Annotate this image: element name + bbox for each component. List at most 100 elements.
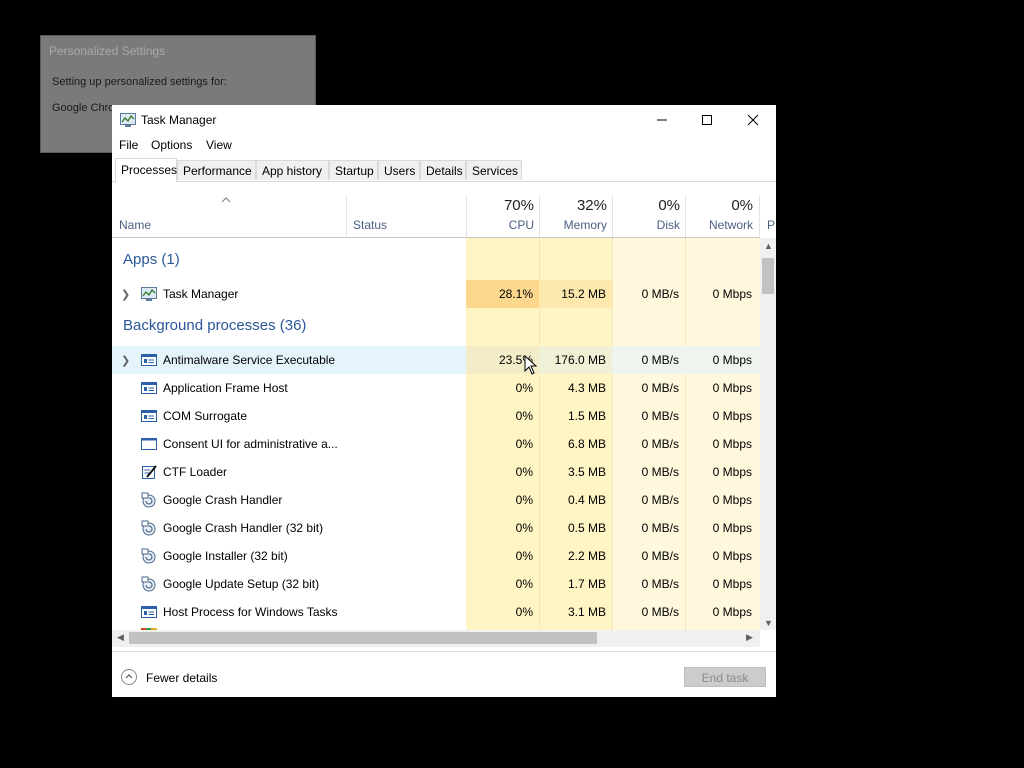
google-update-icon [141,492,156,508]
network-value: 0 Mbps [712,465,752,479]
task-manager-icon [141,287,157,301]
scroll-right-icon[interactable]: ▶ [746,632,753,643]
process-name: Application Frame Host [163,381,288,395]
vertical-scroll-thumb[interactable] [762,258,774,294]
process-name: Google Crash Handler [163,493,283,507]
network-value: 0 Mbps [712,353,752,367]
column-status[interactable]: Status [353,218,387,232]
chevron-up-circle-icon[interactable] [121,669,137,685]
memory-value: 6.8 MB [567,437,606,451]
column-disk[interactable]: 0% Disk [613,182,686,237]
disk-value: 0 MB/s [641,549,679,563]
chevron-right-icon[interactable]: ❯ [121,354,130,367]
table-row[interactable]: Google Installer (32 bit) 0% 2.2 MB 0 MB… [112,542,760,570]
scroll-left-icon[interactable]: ◀ [117,632,124,643]
horizontal-scrollbar[interactable]: ◀ ▶ [112,630,760,647]
table-row[interactable]: Host Process for Windows Tasks 0% 3.1 MB… [112,598,760,626]
disk-label: Disk [656,218,680,232]
table-row[interactable]: Application Frame Host 0% 4.3 MB 0 MB/s … [112,374,760,402]
table-row[interactable]: ❯ Antimalware Service Executable 23.5% 1… [112,346,760,374]
menu-options[interactable]: Options [151,138,192,152]
title-bar[interactable]: Task Manager [112,105,776,135]
minimize-button[interactable] [639,105,685,135]
scroll-up-icon[interactable]: ▲ [764,241,773,251]
table-row[interactable]: Google Crash Handler (32 bit) 0% 0.5 MB … [112,514,760,542]
menu-view[interactable]: View [206,138,232,152]
memory-value: 0.5 MB [567,521,606,535]
tab-users[interactable]: Users [378,160,420,180]
window-title: Task Manager [141,113,217,127]
column-power-truncated[interactable]: P [767,218,775,232]
memory-value: 1.5 MB [567,409,606,423]
window-icon [141,438,157,450]
cpu-value: 23.5% [498,353,533,367]
tab-processes[interactable]: Processes [115,158,177,182]
close-button[interactable] [730,105,776,135]
cpu-value: 0% [515,605,533,619]
process-name: Antimalware Service Executable [163,353,336,367]
disk-value: 0 MB/s [641,521,679,535]
tab-app-history[interactable]: App history [256,160,329,180]
process-name: Google Update Setup (32 bit) [163,577,320,591]
tab-strip: Processes Performance App history Startu… [112,158,776,182]
group-apps: Apps (1) [123,251,180,268]
table-row[interactable]: Consent UI for administrative a... 0% 6.… [112,430,760,458]
pen-note-icon [142,465,157,479]
group-background-processes: Background processes (36) [123,317,307,334]
process-name: CTF Loader [163,465,228,479]
table-row[interactable]: Google Crash Handler 0% 0.4 MB 0 MB/s 0 … [112,486,760,514]
column-divider[interactable] [759,196,760,237]
network-value: 0 Mbps [712,577,752,591]
network-value: 0 Mbps [712,493,752,507]
memory-value: 176.0 MB [554,353,606,367]
footer-bar: Fewer details End task [112,651,776,697]
fewer-details-link[interactable]: Fewer details [146,671,217,685]
google-update-icon [141,576,156,592]
menu-file[interactable]: File [119,138,138,152]
column-header: Name Status 70% CPU 32% Memory 0% Disk 0… [112,182,760,238]
chevron-right-icon[interactable]: ❯ [121,288,130,301]
memory-value: 0.4 MB [567,493,606,507]
column-cpu[interactable]: 70% CPU [467,182,540,237]
menu-bar: File Options View [112,135,776,155]
cpu-value: 0% [515,577,533,591]
memory-label: Memory [563,218,607,232]
horizontal-scroll-thumb[interactable] [129,632,597,644]
table-row[interactable]: CTF Loader 0% 3.5 MB 0 MB/s 0 Mbps [112,458,760,486]
disk-value: 0 MB/s [641,493,679,507]
disk-value: 0 MB/s [641,381,679,395]
column-divider[interactable] [346,196,347,237]
cpu-value: 28.1% [498,287,533,301]
tab-startup[interactable]: Startup [329,160,378,180]
cpu-value: 0% [515,521,533,535]
service-window-icon [141,382,157,394]
memory-total: 32% [576,197,607,214]
cpu-value: 0% [515,381,533,395]
maximize-button[interactable] [684,105,730,135]
cpu-value: 0% [515,437,533,451]
table-row[interactable]: COM Surrogate 0% 1.5 MB 0 MB/s 0 Mbps [112,402,760,430]
table-row[interactable]: ❯ Task Manager 28.1% 15.2 MB 0 MB/s 0 Mb… [112,280,760,308]
tab-performance[interactable]: Performance [177,160,256,180]
cpu-value: 0% [515,409,533,423]
cpu-value: 0% [515,493,533,507]
tab-services[interactable]: Services [466,160,522,180]
disk-value: 0 MB/s [641,353,679,367]
column-name[interactable]: Name [119,218,151,232]
column-network[interactable]: 0% Network [686,182,759,237]
personalized-settings-title: Personalized Settings [49,44,166,58]
scroll-down-icon[interactable]: ▼ [764,618,773,628]
service-window-icon [141,354,157,366]
end-task-button[interactable]: End task [684,667,766,687]
vertical-scrollbar[interactable]: ▲ ▼ [760,238,776,630]
memory-value: 3.1 MB [567,605,606,619]
column-memory[interactable]: 32% Memory [540,182,613,237]
close-icon [747,114,759,126]
tab-details[interactable]: Details [420,160,466,180]
process-name: Task Manager [163,287,239,301]
disk-value: 0 MB/s [641,437,679,451]
table-row[interactable]: Google Update Setup (32 bit) 0% 1.7 MB 0… [112,570,760,598]
cpu-value: 0% [515,465,533,479]
network-total: 0% [731,197,753,214]
memory-value: 3.5 MB [567,465,606,479]
